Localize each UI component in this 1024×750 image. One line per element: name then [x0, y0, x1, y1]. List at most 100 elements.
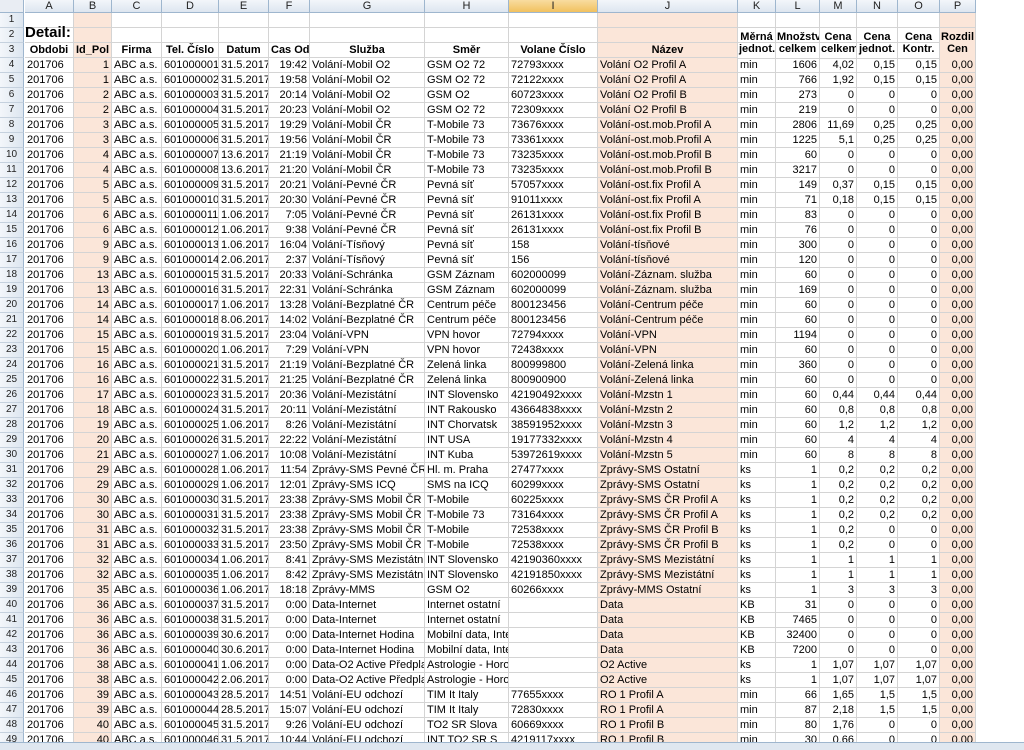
- cell-b24[interactable]: 16: [74, 358, 112, 373]
- cell-b20[interactable]: 14: [74, 298, 112, 313]
- cell-m29[interactable]: 4: [820, 433, 857, 448]
- cell-l11[interactable]: 3217: [776, 163, 820, 178]
- cell-i12[interactable]: 57057xxxx: [509, 178, 598, 193]
- cell-d7[interactable]: 601000004: [162, 103, 219, 118]
- cell-n38[interactable]: 1: [857, 568, 898, 583]
- cell-o14[interactable]: 0: [898, 208, 940, 223]
- cell-k48[interactable]: min: [738, 718, 776, 733]
- cell-p19[interactable]: 0,00: [940, 283, 976, 298]
- cell-n10[interactable]: 0: [857, 148, 898, 163]
- cell-o6[interactable]: 0: [898, 88, 940, 103]
- column-title-i[interactable]: Volane Číslo: [509, 43, 598, 58]
- cell-l48[interactable]: 80: [776, 718, 820, 733]
- cell-d48[interactable]: 601000045: [162, 718, 219, 733]
- cell-m47[interactable]: 2,18: [820, 703, 857, 718]
- cell-e32[interactable]: 1.06.2017: [219, 478, 269, 493]
- column-title-l[interactable]: Množstvi celkem: [776, 29, 820, 59]
- cell-n6[interactable]: 0: [857, 88, 898, 103]
- cell-a22[interactable]: 201706: [25, 328, 74, 343]
- cell-o10[interactable]: 0: [898, 148, 940, 163]
- cell-p30[interactable]: 0,00: [940, 448, 976, 463]
- cell-m6[interactable]: 0: [820, 88, 857, 103]
- cell-l7[interactable]: 219: [776, 103, 820, 118]
- cell-e13[interactable]: 31.5.2017: [219, 193, 269, 208]
- cell-d44[interactable]: 601000041: [162, 658, 219, 673]
- cell-b11[interactable]: 4: [74, 163, 112, 178]
- cell-m44[interactable]: 1,07: [820, 658, 857, 673]
- cell-p12[interactable]: 0,00: [940, 178, 976, 193]
- cell-j5[interactable]: Volání O2 Profil A: [598, 73, 738, 88]
- cell-k35[interactable]: ks: [738, 523, 776, 538]
- column-title-b[interactable]: Id_Pol: [74, 43, 112, 58]
- cell-j21[interactable]: Volání-Centrum péče: [598, 313, 738, 328]
- cell-p32[interactable]: 0,00: [940, 478, 976, 493]
- cell-i44[interactable]: [509, 658, 598, 673]
- cell-n23[interactable]: 0: [857, 343, 898, 358]
- cell-j9[interactable]: Volání-ost.mob.Profil A: [598, 133, 738, 148]
- cell-k21[interactable]: min: [738, 313, 776, 328]
- cell-d4[interactable]: 601000001: [162, 58, 219, 73]
- cell-i30[interactable]: 53972619xxxx: [509, 448, 598, 463]
- cell-o7[interactable]: 0: [898, 103, 940, 118]
- cell-p29[interactable]: 0,00: [940, 433, 976, 448]
- cell-c8[interactable]: ABC a.s.: [112, 118, 162, 133]
- cell-a8[interactable]: 201706: [25, 118, 74, 133]
- cell-p4[interactable]: 0,00: [940, 58, 976, 73]
- cell-h14[interactable]: Pevná síť: [425, 208, 509, 223]
- cell-j25[interactable]: Volání-Zelená linka: [598, 373, 738, 388]
- cell-c43[interactable]: ABC a.s.: [112, 643, 162, 658]
- cell-f11[interactable]: 21:20: [269, 163, 310, 178]
- cell-e20[interactable]: 1.06.2017: [219, 298, 269, 313]
- cell-d21[interactable]: 601000018: [162, 313, 219, 328]
- cell-g29[interactable]: Volání-Mezistátní: [310, 433, 425, 448]
- cell-i38[interactable]: 42191850xxxx: [509, 568, 598, 583]
- cell-j22[interactable]: Volání-VPN: [598, 328, 738, 343]
- row-header-44[interactable]: 44: [0, 658, 24, 673]
- cell-o45[interactable]: 1,07: [898, 673, 940, 688]
- cell-b23[interactable]: 15: [74, 343, 112, 358]
- cell-p37[interactable]: 0,00: [940, 553, 976, 568]
- cell-f37[interactable]: 8:41: [269, 553, 310, 568]
- row-header-25[interactable]: 25: [0, 373, 24, 388]
- cell-b17[interactable]: 9: [74, 253, 112, 268]
- cell-i43[interactable]: [509, 643, 598, 658]
- cell-j32[interactable]: Zprávy-SMS Ostatní: [598, 478, 738, 493]
- cell-c48[interactable]: ABC a.s.: [112, 718, 162, 733]
- cell-e12[interactable]: 31.5.2017: [219, 178, 269, 193]
- cell-e24[interactable]: 31.5.2017: [219, 358, 269, 373]
- cell-k24[interactable]: min: [738, 358, 776, 373]
- cell-c40[interactable]: ABC a.s.: [112, 598, 162, 613]
- cell-c37[interactable]: ABC a.s.: [112, 553, 162, 568]
- cell-d12[interactable]: 601000009: [162, 178, 219, 193]
- column-title-g[interactable]: Služba: [310, 43, 425, 58]
- cell-n48[interactable]: 0: [857, 718, 898, 733]
- cell-p33[interactable]: 0,00: [940, 493, 976, 508]
- cell-o37[interactable]: 1: [898, 553, 940, 568]
- cell-c1[interactable]: [112, 13, 162, 28]
- cell-o40[interactable]: 0: [898, 598, 940, 613]
- cell-l19[interactable]: 169: [776, 283, 820, 298]
- cell-f42[interactable]: 0:00: [269, 628, 310, 643]
- cell-a24[interactable]: 201706: [25, 358, 74, 373]
- cell-p43[interactable]: 0,00: [940, 643, 976, 658]
- cell-f43[interactable]: 0:00: [269, 643, 310, 658]
- cell-k31[interactable]: ks: [738, 463, 776, 478]
- cell-n34[interactable]: 0,2: [857, 508, 898, 523]
- cell-k4[interactable]: min: [738, 58, 776, 73]
- cell-p17[interactable]: 0,00: [940, 253, 976, 268]
- cell-j45[interactable]: O2 Active: [598, 673, 738, 688]
- cell-h26[interactable]: INT Slovensko: [425, 388, 509, 403]
- cell-h35[interactable]: T-Mobile: [425, 523, 509, 538]
- cell-c32[interactable]: ABC a.s.: [112, 478, 162, 493]
- cell-e23[interactable]: 1.06.2017: [219, 343, 269, 358]
- cell-d6[interactable]: 601000003: [162, 88, 219, 103]
- cell-p45[interactable]: 0,00: [940, 673, 976, 688]
- cell-c34[interactable]: ABC a.s.: [112, 508, 162, 523]
- cell-k5[interactable]: min: [738, 73, 776, 88]
- cell-a12[interactable]: 201706: [25, 178, 74, 193]
- cell-m48[interactable]: 1,76: [820, 718, 857, 733]
- cell-o17[interactable]: 0: [898, 253, 940, 268]
- cell-c19[interactable]: ABC a.s.: [112, 283, 162, 298]
- cell-p39[interactable]: 0,00: [940, 583, 976, 598]
- cell-h8[interactable]: T-Mobile 73: [425, 118, 509, 133]
